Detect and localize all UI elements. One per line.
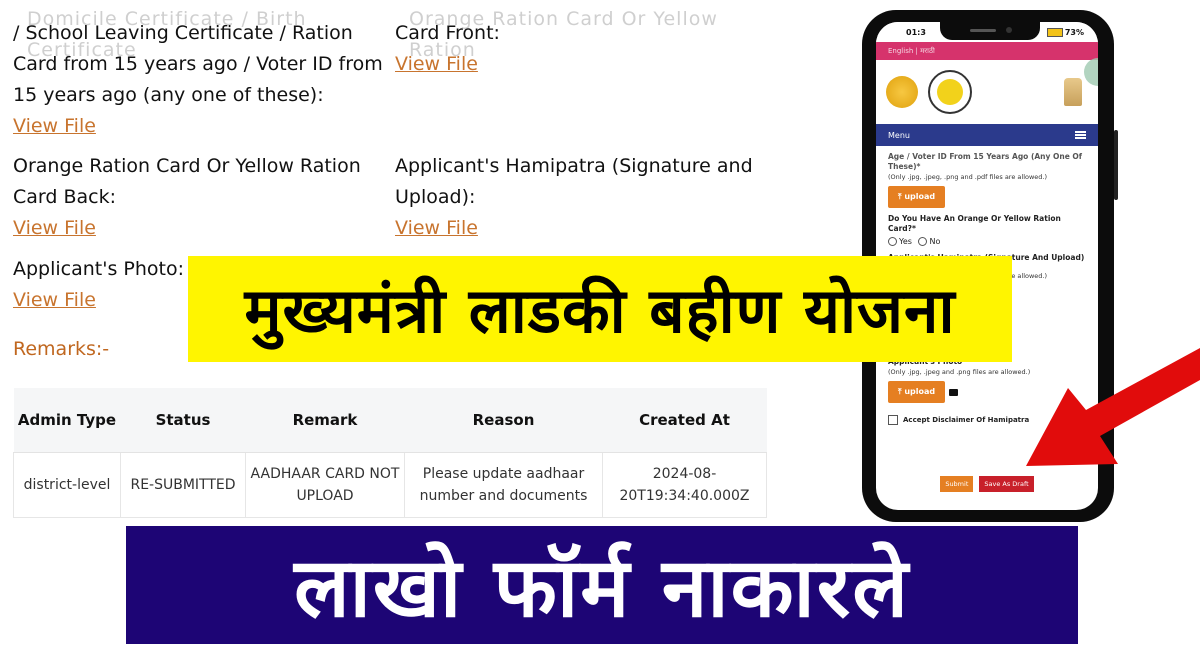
national-emblem-icon — [1064, 78, 1082, 106]
menu-label: Menu — [888, 130, 910, 140]
ration-card-question: Do You Have An Orange Or Yellow Ration C… — [888, 214, 1061, 233]
floating-chat-icon[interactable] — [1084, 58, 1098, 86]
battery-icon — [1046, 27, 1063, 37]
ration-card-radio-group: Yes No — [888, 237, 1086, 247]
cell-status: RE-SUBMITTED — [120, 452, 246, 518]
battery-indicator: 73% — [1046, 27, 1084, 37]
phone-side-button — [1114, 130, 1118, 200]
front-camera-icon — [1006, 27, 1012, 33]
language-switcher[interactable]: English | मराठी — [876, 42, 1098, 60]
table-header-row: Admin Type Status Remark Reason Created … — [13, 388, 767, 453]
disclaimer-label: Accept Disclaimer Of Hamipatra — [903, 416, 1030, 424]
view-file-link[interactable]: View File — [13, 111, 383, 142]
field-ration-card-back: Orange Ration Card Or Yellow Ration Card… — [13, 151, 383, 244]
scheme-title-banner: मुख्यमंत्री लाडकी बहीण योजना — [188, 256, 1012, 362]
field-label: Orange Ration Card Or Yellow Ration Card… — [13, 155, 361, 208]
save-as-draft-button[interactable]: Save As Draft — [979, 476, 1034, 492]
field-ration-card-front: Orange Ration Card Or Yellow Ration Card… — [395, 8, 765, 80]
submit-button[interactable]: Submit — [940, 476, 974, 492]
view-file-link[interactable]: View File — [13, 213, 383, 244]
department-logo-icon — [928, 70, 972, 114]
status-time: 01:3 — [906, 27, 926, 37]
question-label: Age / Voter ID From 15 Years Ago (Any On… — [888, 152, 1083, 171]
remarks-table: Admin Type Status Remark Reason Created … — [13, 388, 767, 518]
upload-button[interactable]: ⤒ upload — [888, 186, 946, 208]
battery-level: 73% — [1064, 27, 1084, 37]
view-file-link[interactable]: View File — [395, 213, 765, 244]
cell-remark: AADHAAR CARD NOT UPLOAD — [245, 452, 405, 518]
header-created-at: Created At — [602, 388, 767, 453]
field-label: Applicant's Hamipatra (Signature and Upl… — [395, 155, 753, 208]
upload-label: upload — [904, 387, 936, 396]
cell-created-at: 2024-08-20T19:34:40.000Z — [602, 452, 767, 518]
disclaimer-checkbox[interactable] — [888, 415, 898, 425]
header-logos — [876, 58, 1098, 124]
radio-no-label: No — [929, 237, 941, 246]
form-actions: Submit Save As Draft — [876, 476, 1098, 492]
header-reason: Reason — [404, 388, 603, 453]
radio-yes-label: Yes — [899, 237, 912, 246]
red-arrow-icon — [1026, 348, 1200, 466]
cell-reason: Please update aadhaar number and documen… — [404, 452, 603, 518]
government-emblem-icon — [886, 76, 918, 108]
radio-yes[interactable] — [888, 237, 897, 246]
header-remark: Remark — [245, 388, 405, 453]
forms-rejected-banner: लाखो फॉर्म नाकारले — [126, 526, 1078, 644]
question-hint: (Only .jpg, .jpeg, .png and .pdf files a… — [888, 173, 1048, 181]
cell-admin-type: district-level — [13, 452, 121, 518]
header-admin-type: Admin Type — [13, 388, 121, 453]
hamburger-icon[interactable] — [1075, 131, 1086, 139]
photo-upload-button[interactable]: ⤒ upload — [888, 381, 946, 403]
field-hamipatra: Applicant's Hamipatra (Signature and Upl… — [395, 151, 765, 244]
upload-label: upload — [904, 192, 936, 201]
cut-off-label: Orange Ration Card Or Yellow Ration — [409, 8, 718, 61]
header-status: Status — [120, 388, 246, 453]
field-domicile-proof: Domicile Certificate / Birth Certificate… — [13, 8, 383, 142]
remarks-heading: Remarks:- — [13, 338, 110, 360]
table-row: district-level RE-SUBMITTED AADHAAR CARD… — [13, 452, 767, 518]
speaker-icon — [970, 29, 996, 32]
cut-off-label: Domicile Certificate / Birth Certificate — [27, 8, 307, 61]
radio-no[interactable] — [918, 237, 928, 246]
menu-bar[interactable]: Menu — [876, 124, 1098, 146]
camera-icon[interactable] — [949, 388, 959, 396]
phone-notch — [940, 22, 1040, 40]
